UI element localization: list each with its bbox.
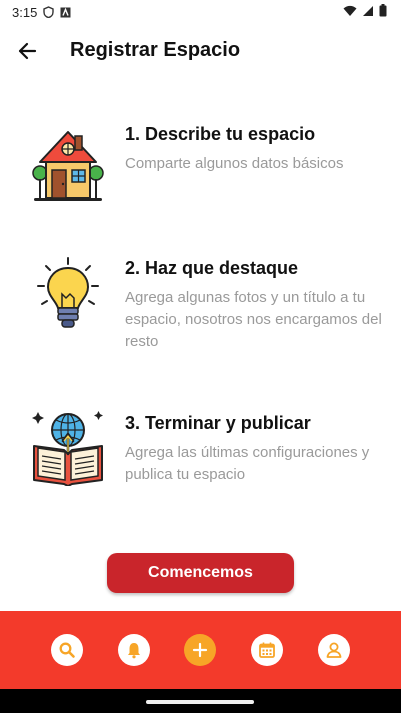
page-title: Registrar Espacio	[70, 39, 241, 61]
plus-icon	[193, 642, 208, 658]
person-icon	[326, 642, 342, 658]
calendar-icon	[259, 642, 275, 658]
notification-a-icon	[60, 7, 71, 17]
home-gesture-handle[interactable]	[146, 700, 254, 704]
status-bar: 3:15	[0, 0, 401, 24]
step-description: Agrega las últimas configuraciones y pub…	[125, 444, 370, 483]
wifi-icon	[343, 5, 357, 16]
step-description: Comparte algunos datos básicos	[125, 155, 344, 172]
house-icon	[32, 131, 104, 201]
status-left: 3:15	[12, 5, 71, 20]
status-time: 3:15	[12, 4, 38, 20]
arrow-back-icon	[18, 42, 37, 60]
signal-icon	[363, 5, 373, 16]
book-globe-icon	[32, 411, 103, 486]
app-bar: Registrar Espacio	[0, 30, 401, 72]
back-button[interactable]	[12, 36, 42, 66]
nav-add-button[interactable]	[184, 634, 217, 666]
start-button[interactable]: Comencemos	[107, 553, 294, 593]
step-title: 2. Haz que destaque	[125, 258, 299, 278]
search-icon	[59, 642, 76, 658]
status-right	[343, 4, 387, 17]
step-title: 1. Describe tu espacio	[125, 124, 316, 144]
battery-icon	[379, 4, 387, 17]
nav-search-button[interactable]	[51, 634, 84, 666]
step-title: 3. Terminar y publicar	[125, 413, 311, 433]
bell-icon	[127, 643, 140, 659]
nav-profile-button[interactable]	[317, 634, 350, 666]
step-description: Agrega algunas fotos y un título a tu es…	[125, 289, 382, 350]
nav-calendar-button[interactable]	[251, 634, 284, 666]
lightbulb-icon	[37, 257, 99, 328]
nav-notifications-button[interactable]	[117, 634, 150, 666]
shield-icon	[43, 6, 55, 18]
gesture-bar	[0, 689, 401, 713]
bottom-nav	[0, 611, 401, 689]
